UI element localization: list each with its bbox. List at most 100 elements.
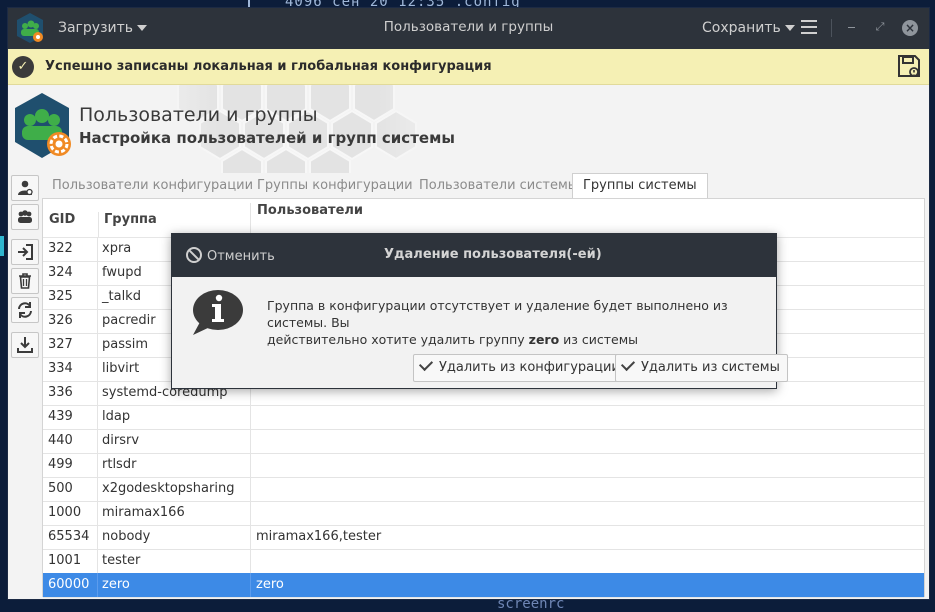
cell-gid: 1001 — [48, 553, 82, 568]
close-icon[interactable]: × — [902, 20, 918, 36]
download-button[interactable] — [11, 332, 39, 358]
dialog-message-line1: Группа в конфигурации отсутствует и удал… — [267, 298, 728, 330]
cell-group: pacredir — [102, 313, 156, 328]
cell-users: zero — [256, 577, 284, 592]
column-divider — [97, 477, 98, 501]
table-row[interactable]: 440 dirsrv — [43, 429, 924, 454]
column-divider — [97, 405, 98, 429]
column-divider — [250, 477, 251, 501]
delete-button[interactable] — [11, 268, 39, 294]
cell-gid: 334 — [48, 361, 73, 376]
column-divider — [97, 285, 98, 309]
check-icon — [620, 356, 636, 372]
delete-from-config-label: Удалить из конфигурации — [439, 360, 620, 375]
cancel-label: Отменить — [207, 249, 275, 264]
cell-group: libvirt — [102, 361, 140, 376]
refresh-icon — [18, 302, 32, 318]
info-bar: ✓ Успешно записаны локальная и глобальна… — [8, 49, 929, 85]
cell-gid: 440 — [48, 433, 73, 448]
cell-users: miramax166,tester — [256, 529, 382, 544]
trash-icon — [19, 273, 31, 289]
refresh-button[interactable] — [11, 297, 39, 323]
dialog-group-name: zero — [528, 332, 560, 347]
column-divider — [97, 333, 98, 357]
cell-gid: 336 — [48, 385, 73, 400]
save-button[interactable]: Сохранить — [702, 20, 795, 36]
maximize-icon[interactable]: ⤢ — [875, 20, 885, 34]
cancel-button[interactable]: Отменить — [186, 247, 275, 264]
titlebar-divider — [831, 19, 832, 37]
page-header: Пользователи и группы Настройка пользова… — [8, 85, 929, 177]
cell-group: zero — [102, 577, 130, 592]
column-divider — [97, 429, 98, 453]
delete-from-config-button[interactable]: Удалить из конфигурации — [413, 354, 628, 382]
dialog-title: Удаление пользователя(-ей) — [384, 247, 602, 262]
info-message: Успешно записаны локальная и глобальная … — [45, 59, 492, 74]
tab-system-users[interactable]: Пользователи системы — [419, 174, 578, 198]
column-divider — [250, 429, 251, 453]
dialog-message: Группа в конфигурации отсутствует и удал… — [267, 297, 767, 348]
cell-group: xpra — [102, 241, 132, 256]
cell-gid: 500 — [48, 481, 73, 496]
cell-gid: 325 — [48, 289, 73, 304]
cell-gid: 499 — [48, 457, 73, 472]
column-divider — [250, 405, 251, 429]
cell-group: rtlsdr — [102, 457, 137, 472]
check-icon — [418, 356, 434, 372]
cell-gid: 60000 — [48, 577, 90, 592]
tab-config-groups[interactable]: Группы конфигурации — [257, 174, 413, 198]
login-button[interactable] — [11, 239, 39, 265]
cell-group: miramax166 — [102, 505, 185, 520]
user-config-button[interactable] — [11, 175, 39, 201]
table-row[interactable]: 439 ldap — [43, 405, 924, 430]
page-subtitle: Настройка пользователей и групп системы — [79, 129, 455, 147]
hamburger-menu-icon[interactable] — [801, 20, 817, 34]
cell-gid: 326 — [48, 313, 73, 328]
column-divider — [97, 573, 98, 597]
column-divider — [250, 453, 251, 477]
column-header-group[interactable]: Группа — [98, 212, 157, 237]
check-circle-icon: ✓ — [12, 56, 34, 78]
page-title: Пользователи и группы — [79, 104, 318, 126]
column-divider — [97, 237, 98, 261]
app-window: Загрузить Пользователи и группы Сохранит… — [7, 7, 930, 600]
cell-gid: 322 — [48, 241, 73, 256]
column-divider — [97, 549, 98, 573]
tab-config-users[interactable]: Пользователи конфигурации — [52, 174, 253, 198]
minimize-icon[interactable] — [848, 27, 855, 28]
column-divider — [250, 549, 251, 573]
cell-gid: 324 — [48, 265, 73, 280]
cell-group: dirsrv — [102, 433, 140, 448]
table-row[interactable]: 60000 zero zero — [43, 573, 924, 598]
cell-gid: 439 — [48, 409, 73, 424]
save-disk-icon[interactable] — [897, 54, 921, 78]
column-divider — [97, 381, 98, 405]
column-divider — [97, 261, 98, 285]
dialog-header: Отменить Удаление пользователя(-ей) — [172, 234, 776, 277]
ban-icon — [186, 247, 202, 263]
column-divider — [250, 525, 251, 549]
chevron-down-icon — [784, 25, 795, 31]
column-divider — [97, 357, 98, 381]
info-bubble-icon — [193, 290, 243, 335]
column-header-users[interactable]: Пользователи — [250, 203, 363, 237]
delete-from-system-button[interactable]: Удалить из системы — [615, 354, 788, 382]
cell-group: nobody — [102, 529, 151, 544]
table-row[interactable]: 499 rtlsdr — [43, 453, 924, 478]
column-divider — [97, 453, 98, 477]
table-row[interactable]: 1000 miramax166 — [43, 501, 924, 526]
user-icon — [18, 180, 33, 196]
cell-group: fwupd — [102, 265, 142, 280]
users-groups-icon — [15, 93, 71, 158]
table-row[interactable]: 500 x2godesktopsharing — [43, 477, 924, 502]
group-config-button[interactable] — [11, 204, 39, 230]
column-divider — [97, 525, 98, 549]
dialog-message-prefix: действительно хотите удалить группу — [267, 332, 529, 347]
terminal-marker — [0, 236, 4, 256]
column-divider — [250, 573, 251, 597]
cell-group: ldap — [102, 409, 131, 424]
table-row[interactable]: 1001 tester — [43, 549, 924, 574]
table-row[interactable]: 65534 nobody miramax166,tester — [43, 525, 924, 550]
tab-system-groups[interactable]: Группы системы — [572, 173, 708, 200]
cell-group: x2godesktopsharing — [102, 481, 235, 496]
